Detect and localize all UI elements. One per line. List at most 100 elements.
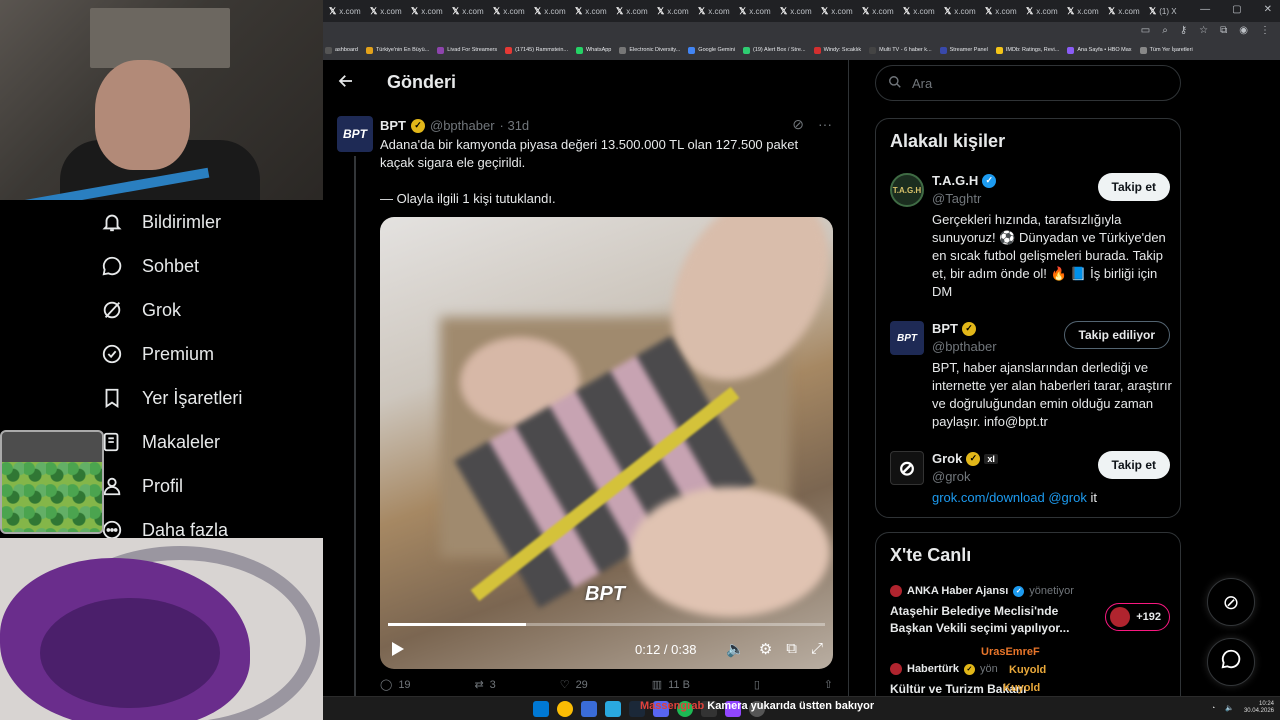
bookmark-item[interactable]: Livad For Streamers [437,46,497,54]
sidebar-item-chat[interactable]: Sohbet [100,254,199,278]
sidebar-item-notifications[interactable]: Bildirimler [100,210,221,234]
volume-icon[interactable]: 🔈 [1225,704,1234,712]
clock[interactable]: 10:24 30.04.2026 [1244,701,1274,715]
bookmark-item[interactable]: IMDb: Ratings, Revi... [995,46,1059,54]
person-handle[interactable]: @bpthaber [932,339,997,354]
app-icon[interactable] [605,701,621,717]
browser-tab[interactable]: 𝕏x.com [733,0,774,22]
bookmark-label: Tüm Yer İşaretleri [1149,47,1193,53]
bookmark-item[interactable]: (19) Alert Box / Stre... [742,46,806,54]
browser-tab[interactable]: 𝕏x.com [774,0,815,22]
sidebar-item-profile[interactable]: Profil [100,474,183,498]
zoom-icon[interactable]: ⌕ [1162,25,1168,36]
author-name[interactable]: BPT [380,118,406,133]
bookmark-item[interactable]: Windy: Sıcaklık [813,46,861,54]
maximize-icon[interactable]: ▢ [1232,4,1241,15]
sidebar-item-grok[interactable]: Grok [100,298,181,322]
close-icon[interactable]: ✕ [1264,4,1272,15]
key-icon[interactable]: ⚷ [1180,25,1187,36]
back-arrow-icon[interactable] [337,72,359,94]
person-handle[interactable]: @grok [932,469,971,484]
browser-tab[interactable]: 𝕏x.com [897,0,938,22]
video-control-icons: 🔈 ⚙ ⧉ ⤢ [726,640,823,658]
browser-tab[interactable]: 𝕏x.com [364,0,405,22]
live-item[interactable]: ANKA Haber Ajansı ✓ yönetiyor Ataşehir B… [890,585,1170,637]
reply-button[interactable]: ◯ 19 [380,678,411,692]
sidebar-item-bookmarks[interactable]: Yer İşaretleri [100,386,242,410]
video-progress-bar[interactable] [388,623,825,626]
bookmark-item[interactable]: Türkiye'nin En Büyü... [365,46,429,54]
avatar[interactable]: T.A.G.H [890,173,924,207]
browser-tab[interactable]: 𝕏x.com [569,0,610,22]
search-input[interactable]: Ara [875,65,1181,101]
browser-tab[interactable]: 𝕏x.com [692,0,733,22]
post-time[interactable]: · 31d [500,118,530,133]
browser-tab[interactable]: 𝕏x.com [1061,0,1102,22]
author-handle[interactable]: @bpthaber [430,118,495,133]
minimize-icon[interactable]: — [1200,4,1210,15]
share-button[interactable]: ⇧ [824,678,833,691]
repost-button[interactable]: ⇄ 3 [474,678,495,692]
x-logo-icon: 𝕏 [821,5,829,16]
avatar[interactable]: BPT [890,321,924,355]
more-options-icon[interactable]: ··· [818,116,832,133]
windows-start-icon[interactable] [533,701,549,717]
grok-icon[interactable]: ⊘ [792,116,804,133]
browser-tab[interactable]: 𝕏x.com [1102,0,1143,22]
grok-fab[interactable]: ⊘ [1207,578,1255,626]
avatar[interactable]: BPT [337,116,373,152]
bookmark-item[interactable]: Streamer Panel [939,46,988,54]
star-icon[interactable]: ☆ [1199,25,1208,36]
bookmark-item[interactable]: Google Gemini [688,46,735,54]
bookmark-item[interactable]: Multi TV - 6 haber k... [869,46,932,54]
browser-tab[interactable]: 𝕏x.com [815,0,856,22]
messages-fab[interactable] [1207,638,1255,686]
browser-tab[interactable]: 𝕏x.com [938,0,979,22]
browser-tab[interactable]: 𝕏 (1) X [1143,0,1184,22]
browser-tab[interactable]: 𝕏x.com [487,0,528,22]
profile-icon[interactable]: ◉ [1239,25,1248,36]
bookmark-item[interactable]: Ana Sayfa • HBO Max [1067,46,1132,54]
person-name[interactable]: BPT ✓ [932,321,976,336]
browser-tab[interactable]: 𝕏x.com [446,0,487,22]
settings-icon[interactable]: ⚙ [759,640,772,658]
browser-tab[interactable]: 𝕏x.com [323,0,364,22]
play-icon[interactable] [392,642,404,656]
pip-icon[interactable]: ⧉ [786,640,797,658]
cast-icon[interactable]: ▭ [1141,25,1150,36]
video-player[interactable]: BPT 0:12 / 0:38 🔈 ⚙ ⧉ ⤢ [380,217,833,669]
menu-icon[interactable]: ⋮ [1260,25,1270,36]
following-button[interactable]: Takip ediliyor [1063,321,1170,349]
bookmark-item[interactable]: WhatsApp [575,46,611,54]
browser-tab[interactable]: 𝕏x.com [405,0,446,22]
sidebar-item-premium[interactable]: Premium [100,342,214,366]
volume-icon[interactable]: 🔈 [726,640,745,658]
person-name[interactable]: T.A.G.H ✓ [932,173,997,188]
tab-label: x.com [544,6,566,16]
browser-tab[interactable]: 𝕏x.com [1020,0,1061,22]
browser-tab[interactable]: 𝕏x.com [528,0,569,22]
app-icon[interactable] [581,701,597,717]
bookmark-button[interactable]: ▯ [754,678,760,691]
like-button[interactable]: ♡ 29 [560,678,588,692]
sidebar-item-articles[interactable]: Makaleler [100,430,220,454]
wifi-icon[interactable]: ◔ [1211,705,1215,712]
browser-tab[interactable]: 𝕏x.com [856,0,897,22]
browser-tab[interactable]: 𝕏x.com [610,0,651,22]
bookmark-item[interactable]: Electronic Diversity... [619,46,680,54]
bookmark-item[interactable]: Tüm Yer İşaretleri [1139,46,1193,54]
person-name[interactable]: Grok ✓ xI [932,451,998,466]
extensions-icon[interactable]: ⧉ [1220,25,1227,36]
follow-button[interactable]: Takip et [1097,451,1170,479]
avatar[interactable]: ⊘ [890,451,924,485]
browser-tab[interactable]: 𝕏x.com [651,0,692,22]
bio-link[interactable]: grok.com/download @grok [932,490,1087,505]
person-handle[interactable]: @Taghtr [932,191,981,206]
chrome-icon[interactable] [557,701,573,717]
browser-tab[interactable]: 𝕏x.com [979,0,1020,22]
bookmark-item[interactable]: (17145) Rammstein... [505,46,568,54]
bookmark-item[interactable]: ashboard [325,46,358,54]
fullscreen-icon[interactable]: ⤢ [811,640,823,658]
views-button[interactable]: ▥ 11 B [652,678,690,692]
follow-button[interactable]: Takip et [1097,173,1170,201]
